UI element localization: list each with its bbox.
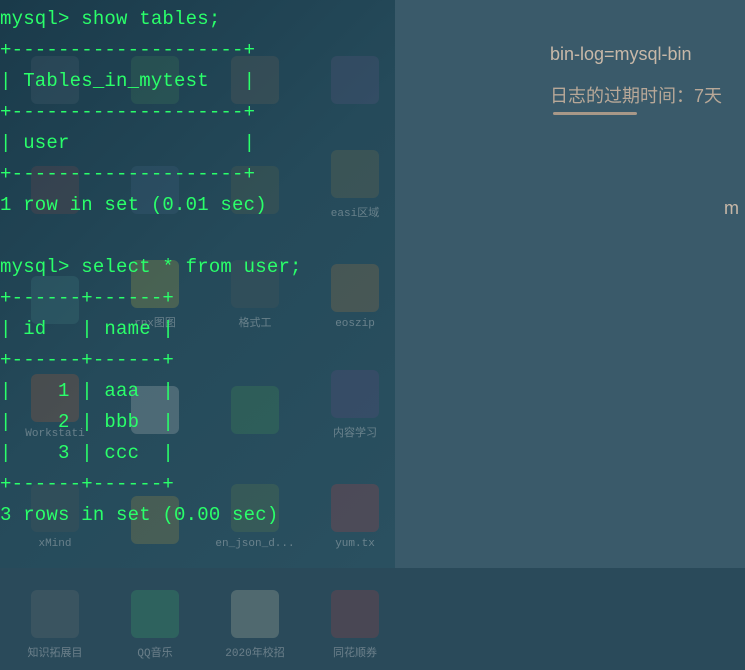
- desktop-icon: 2020年校招: [210, 560, 300, 660]
- right-panel: bin-log=mysql-bin 日志的过期时间：7天 m: [395, 0, 745, 568]
- underline-decoration: [553, 112, 637, 115]
- desktop-icon: easi区域: [310, 120, 400, 220]
- desktop-icon: eoszip: [310, 230, 400, 330]
- desktop-icon: QQ音乐: [110, 560, 200, 660]
- desktop-icon: [310, 10, 400, 110]
- desktop-icon: yum.tx: [310, 450, 400, 550]
- mysql-terminal-output[interactable]: mysql> show tables; +-------------------…: [0, 4, 302, 530]
- config-expire-line: 日志的过期时间：7天: [550, 82, 722, 108]
- config-binlog-line: bin-log=mysql-bin: [550, 44, 692, 65]
- partial-text: m: [724, 198, 739, 219]
- desktop-icon: 知识拓展目: [10, 560, 100, 660]
- desktop-icon: 同花顺券: [310, 560, 400, 660]
- desktop-icon: 内容学习: [310, 340, 400, 440]
- terminal-panel: easi区域 rpx图图 格式工 eoszip Workstati 内容学习 x…: [0, 0, 395, 568]
